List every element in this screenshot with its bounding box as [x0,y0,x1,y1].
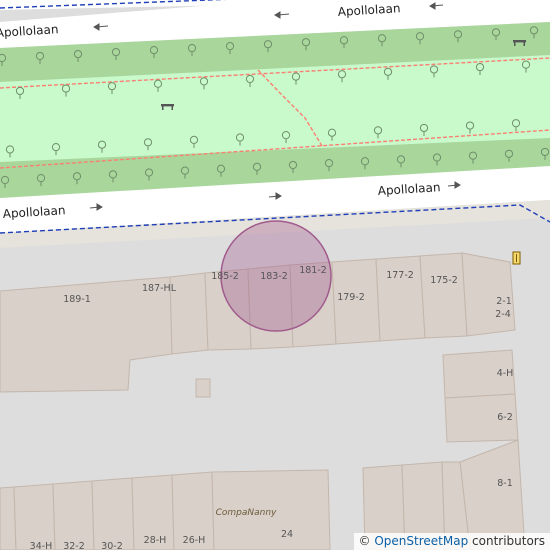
house-number-label: 30-2 [101,541,123,550]
house-number-label: 181-2 [299,265,327,276]
poi-label-companny[interactable]: CompaNanny [216,508,277,518]
house-number-label: 32-2 [63,541,85,550]
house-number-label: 6-2 [497,412,513,423]
building-175-2 [419,252,468,339]
house-number-label: 175-2 [430,275,458,286]
house-number-label: 189-1 [63,294,91,305]
house-number-label: 183-2 [260,271,288,282]
house-number-label: 2-1 [496,296,512,307]
copyright-symbol: © [358,534,371,548]
house-number-label: 8-1 [497,478,513,489]
attribution-suffix: contributors [468,534,545,548]
building-32-2 [52,480,95,550]
openstreetmap-link[interactable]: OpenStreetMap [374,534,468,548]
building-30-2 [91,477,135,550]
house-number-label: 185-2 [211,271,239,282]
house-number-label: 28-H [144,535,167,546]
map-attribution: © OpenStreetMap contributors [353,533,550,550]
house-number-label: 24 [281,529,293,540]
building-177-2 [375,255,426,342]
map-canvas[interactable]: Apollolaan Apollolaan Apollolaan Apollol… [0,0,550,550]
building-2-1 [461,252,516,337]
entrance-icon [512,251,521,265]
house-number-label: 4-H [497,368,514,379]
building-row [0,486,17,550]
house-number-label: 2-4 [495,309,511,320]
house-number-label: 179-2 [337,292,365,303]
house-number-label: 26-H [183,535,206,546]
house-number-label: 177-2 [386,270,414,281]
house-number-label: 34-H [30,541,53,550]
building-small [195,378,211,398]
house-number-label: 187-HL [142,283,177,294]
